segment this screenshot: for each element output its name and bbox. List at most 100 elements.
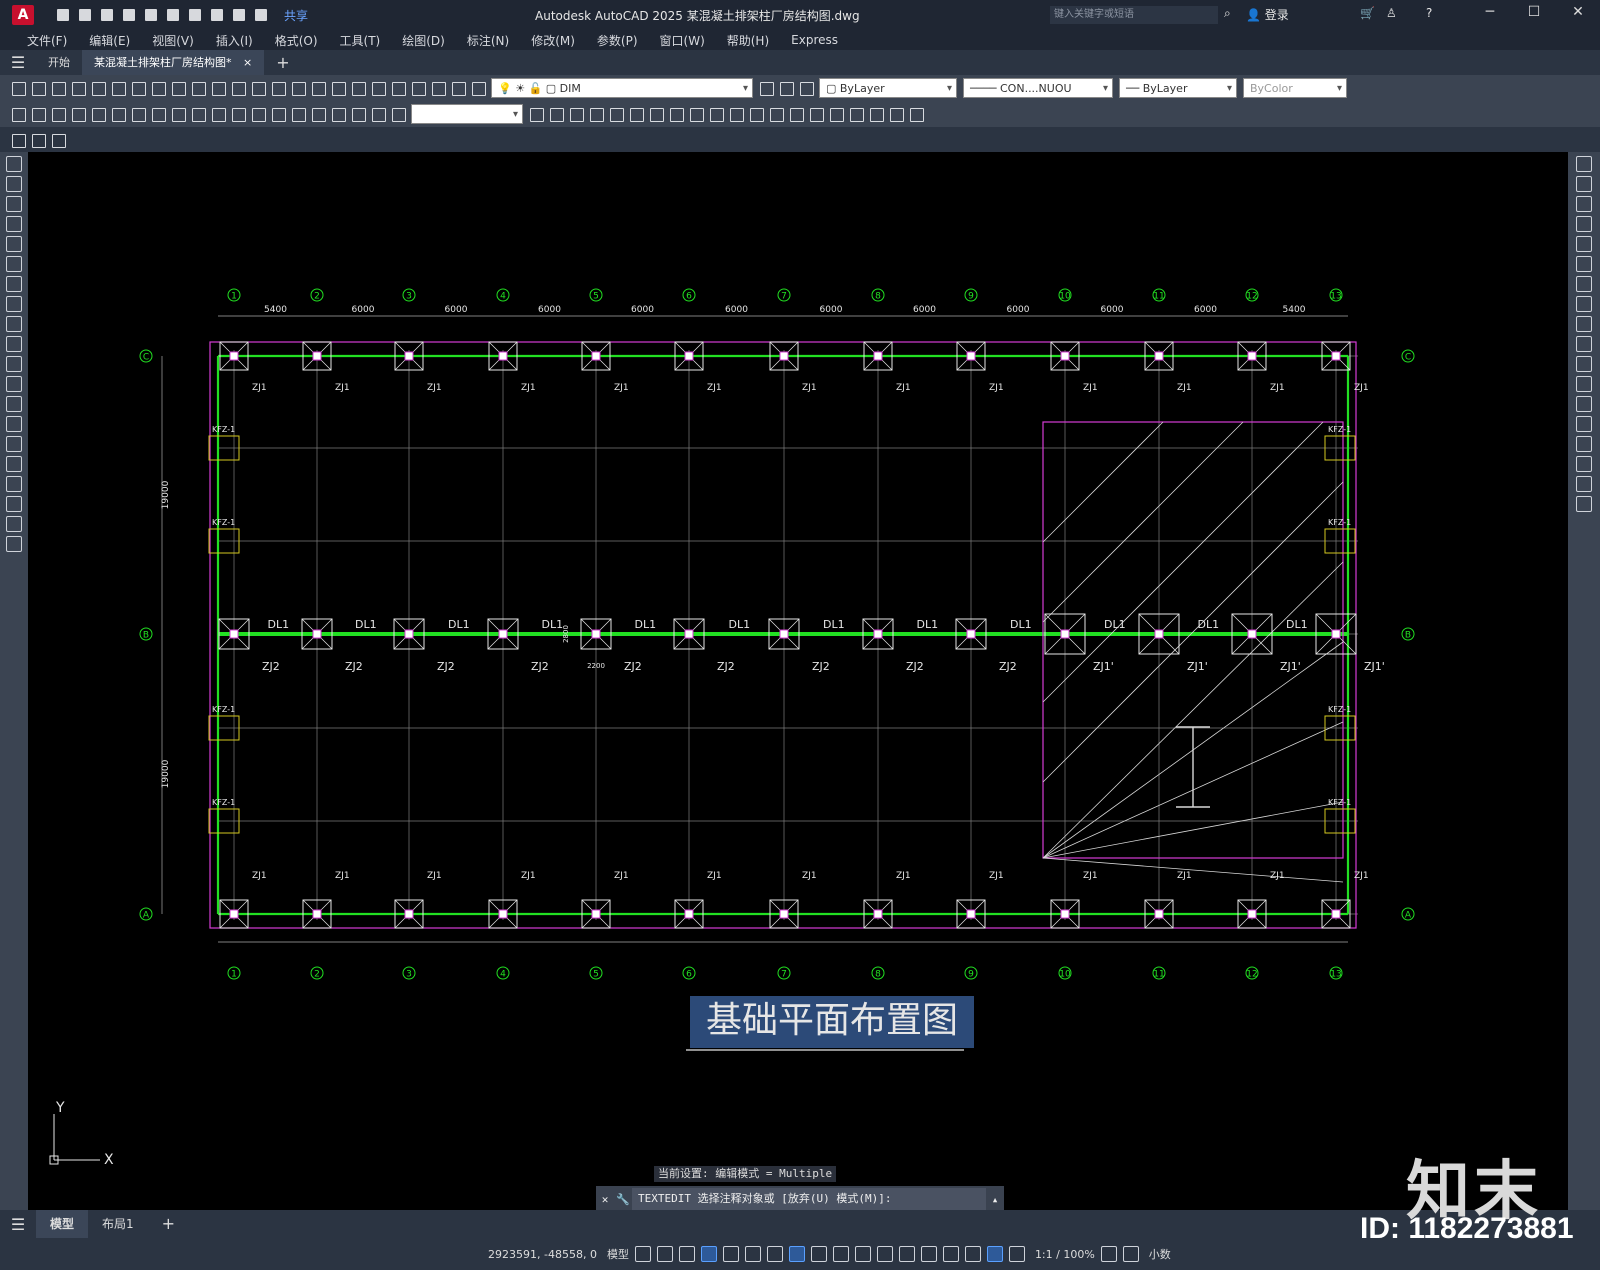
annotation-visibility-icon[interactable] [986, 1246, 1003, 1262]
torus-icon[interactable] [647, 105, 665, 123]
linear-dim-icon[interactable] [9, 105, 27, 123]
customize-command-icon[interactable]: 🔧 [614, 1193, 632, 1206]
help-icon[interactable] [449, 79, 467, 97]
dim-style-icon[interactable] [527, 105, 545, 123]
break-at-point-icon[interactable] [1576, 376, 1592, 392]
scale-icon[interactable] [1576, 296, 1592, 312]
jogged-linear-icon[interactable] [329, 105, 347, 123]
section-icon[interactable] [827, 105, 845, 123]
sweep-icon[interactable] [707, 105, 725, 123]
share-button[interactable]: 共享 [284, 7, 308, 24]
plotstyle-dropdown[interactable]: ByColor [1243, 78, 1347, 99]
fillet-icon[interactable] [1576, 456, 1592, 472]
undo-icon[interactable] [208, 7, 226, 23]
object-snap-tracking-icon[interactable] [788, 1246, 805, 1262]
command-history-toggle-icon[interactable]: ▴ [986, 1193, 1004, 1206]
menu-tools[interactable]: 工具(T) [329, 32, 392, 49]
dim-update-icon[interactable] [389, 105, 407, 123]
stretch-icon[interactable] [1576, 316, 1592, 332]
menu-modify[interactable]: 修改(M) [520, 32, 586, 49]
application-menu-icon[interactable]: ☰ [0, 53, 36, 72]
loft-icon[interactable] [727, 105, 745, 123]
open-icon[interactable] [29, 79, 47, 97]
rectangle-icon[interactable] [6, 236, 22, 252]
cut-icon[interactable] [129, 79, 147, 97]
foundation-plan-drawing[interactable]: ZJ1 ZJ1 ZJ2 DL1 ZJ1 ZJ1 ZJ2 DL1 ZJ1 ZJ1 ZJ2 DL1 ZJ1 Z… [28, 152, 1568, 1210]
redo-icon[interactable] [230, 7, 248, 23]
break-icon[interactable] [1576, 396, 1592, 412]
point-icon[interactable] [6, 416, 22, 432]
sheet-set-icon[interactable] [389, 79, 407, 97]
tab-layout1[interactable]: 布局1 [88, 1210, 148, 1238]
new-icon[interactable] [9, 79, 27, 97]
help-button[interactable]: ? [1426, 6, 1432, 20]
transparency-icon[interactable] [854, 1246, 871, 1262]
search-input[interactable]: 键入关键字或短语 [1050, 6, 1218, 24]
snap-icon[interactable] [656, 1246, 673, 1262]
subtract-icon[interactable] [767, 105, 785, 123]
tolerance-icon[interactable] [269, 105, 287, 123]
layout-menu-icon[interactable]: ☰ [0, 1215, 36, 1234]
quick-dim-icon[interactable] [169, 105, 187, 123]
table-icon[interactable] [6, 496, 22, 512]
ortho-icon[interactable] [722, 1246, 739, 1262]
add-selected-icon[interactable] [6, 536, 22, 552]
menu-draw[interactable]: 绘图(D) [391, 32, 456, 49]
save-icon[interactable] [98, 7, 116, 23]
menu-dimension[interactable]: 标注(N) [456, 32, 520, 49]
grid-icon[interactable] [634, 1246, 651, 1262]
chamfer-icon[interactable] [1576, 436, 1592, 452]
cart-icon[interactable]: 🛒 [1360, 6, 1375, 20]
menu-insert[interactable]: 插入(I) [205, 32, 264, 49]
menu-window[interactable]: 窗口(W) [649, 32, 716, 49]
color-dropdown[interactable]: ▢ ByLayer [819, 78, 957, 99]
layer-walk-icon[interactable] [9, 131, 27, 149]
command-prompt[interactable]: TEXTEDIT 选择注释对象或 [放弃(U) 模式(M)]: [632, 1188, 986, 1210]
close-button[interactable]: ✕ [1558, 4, 1598, 20]
revolve-icon[interactable] [687, 105, 705, 123]
wedge-icon[interactable] [627, 105, 645, 123]
menu-parametric[interactable]: 参数(P) [586, 32, 649, 49]
gizmo-icon[interactable] [964, 1246, 981, 1262]
make-block-icon[interactable] [6, 396, 22, 412]
pan-icon[interactable] [249, 79, 267, 97]
menu-file[interactable]: 文件(F) [16, 32, 78, 49]
workspace-icon[interactable] [1100, 1246, 1117, 1262]
tab-model[interactable]: 模型 [36, 1210, 89, 1238]
rotate-icon[interactable] [1576, 276, 1592, 292]
sphere-icon[interactable] [567, 105, 585, 123]
ellipse-arc-icon[interactable] [6, 356, 22, 372]
minimize-button[interactable]: ─ [1470, 4, 1510, 20]
gradient-icon[interactable] [6, 456, 22, 472]
layer-state-icon[interactable] [797, 79, 815, 97]
blend-icon[interactable] [1576, 476, 1592, 492]
box-icon[interactable] [547, 105, 565, 123]
object-snap-icon[interactable] [810, 1246, 827, 1262]
autocad-logo-icon[interactable]: A [12, 5, 34, 25]
save-as-icon[interactable] [120, 7, 138, 23]
selection-cycling-icon[interactable] [876, 1246, 893, 1262]
menu-edit[interactable]: 编辑(E) [78, 32, 141, 49]
isodraft-icon[interactable] [766, 1246, 783, 1262]
matchprop-icon[interactable] [189, 79, 207, 97]
lineweight-icon[interactable] [832, 1246, 849, 1262]
arc-icon[interactable] [6, 256, 22, 272]
array-icon[interactable] [1576, 236, 1592, 252]
zoom-window-icon[interactable] [289, 79, 307, 97]
slice-icon[interactable] [807, 105, 825, 123]
mirror-icon[interactable] [1576, 196, 1592, 212]
offset-icon[interactable] [1576, 216, 1592, 232]
tab-document[interactable]: 某混凝土排架柱厂房结构图* × [82, 50, 265, 75]
dim-style-dropdown[interactable] [411, 104, 523, 125]
polar-tracking-icon[interactable] [744, 1246, 761, 1262]
markup-icon[interactable] [409, 79, 427, 97]
tab-start[interactable]: 开始 [36, 50, 82, 75]
dynamic-ucs-icon[interactable] [920, 1246, 937, 1262]
3d-osnap-icon[interactable] [898, 1246, 915, 1262]
units-selector[interactable]: 小数 [1149, 1246, 1171, 1262]
login-button[interactable]: 👤 登录 [1246, 6, 1289, 23]
paste-icon[interactable] [169, 79, 187, 97]
arc-length-icon[interactable] [49, 105, 67, 123]
open-file-icon[interactable] [76, 7, 94, 23]
3d-align-icon[interactable] [887, 105, 905, 123]
